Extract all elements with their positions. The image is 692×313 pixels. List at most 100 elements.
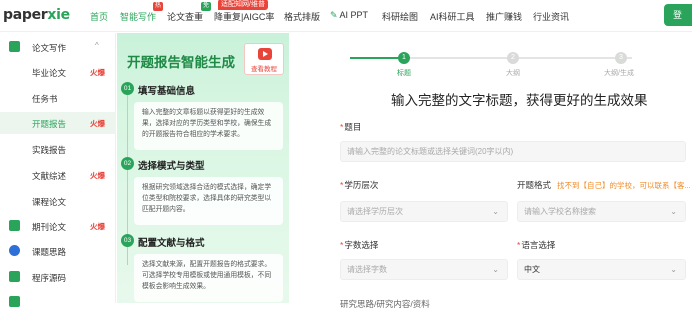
- school-placeholder: 请输入学校名称搜索: [524, 207, 596, 216]
- step-title: 选择模式与类型: [138, 161, 205, 172]
- guide-title: 开题报告智能生成: [127, 55, 235, 70]
- sidebar-item-proposal-report[interactable]: 开题报告 火爆: [0, 112, 116, 134]
- sidebar-item-paper-writing[interactable]: 论文写作 ^: [0, 36, 116, 58]
- nav-industry-news[interactable]: 行业资讯: [533, 10, 569, 23]
- sidebar-item-source-code[interactable]: 程序源码: [0, 266, 116, 288]
- hot-badge: 火爆: [90, 171, 105, 180]
- lightbulb-icon: [9, 245, 20, 256]
- step-description: 选择文献来源，配置开题报告的格式要求。可选择学校专用模板或使用通用模板，不同模板…: [134, 254, 283, 302]
- degree-select[interactable]: 请选择学历层次 ⌄: [340, 201, 508, 222]
- nav-ai-ppt-label: AI PPT: [339, 10, 369, 20]
- language-select[interactable]: 中文 ⌄: [517, 259, 686, 280]
- required-mark: *: [340, 180, 344, 190]
- sidebar-item-label: 程序源码: [32, 273, 67, 283]
- sidebar-item-label: 论文写作: [32, 43, 67, 53]
- words-label: *字数选择: [340, 239, 378, 251]
- degree-placeholder: 请选择学历层次: [347, 207, 403, 216]
- format-label-text: 开题格式: [517, 180, 552, 190]
- hot-badge: 火爆: [90, 68, 105, 77]
- degree-label: *学历层次: [340, 179, 378, 191]
- sidebar-item-label: 毕业论文: [32, 68, 67, 78]
- hot-badge: 火爆: [90, 119, 105, 128]
- nav-smart-writing[interactable]: 智能写作: [120, 10, 156, 23]
- sidebar-item-partial[interactable]: [0, 291, 116, 313]
- nav-reduce-duplication[interactable]: 降重复|AIGC率: [214, 10, 274, 23]
- guide-panel: 开题报告智能生成 查看教程 01 填写基础信息 输入完整的文章标题以获得更好的生…: [117, 33, 289, 303]
- sidebar-item-literature-review[interactable]: 文献综述 火爆: [0, 164, 116, 186]
- promo-badge: 适配知网/维普: [218, 0, 268, 10]
- chevron-up-icon: ^: [95, 41, 99, 50]
- sidebar-item-label: 任务书: [32, 94, 58, 104]
- code-icon: [9, 271, 20, 282]
- step-description: 输入完整的文章标题以获得更好的生成效果，选择对应的学历类型和学校，确保生成的开题…: [134, 102, 283, 150]
- progress-label: 标题: [397, 70, 411, 77]
- sidebar-item-task-book[interactable]: 任务书: [0, 87, 116, 109]
- sidebar-item-label: 开题报告: [32, 119, 67, 129]
- required-mark: *: [340, 122, 344, 132]
- nav-ai-research-tools[interactable]: AI科研工具: [430, 10, 475, 23]
- main-form: 1 2 3 标题 大纲 大纲/生成 输入完整的文字标题，获得更好的生成效果 *题…: [290, 33, 692, 309]
- step-number: 02: [121, 157, 134, 170]
- video-tutorial-button[interactable]: 查看教程: [244, 43, 284, 75]
- title-label-text: 题目: [344, 122, 362, 132]
- nav-promote-earn[interactable]: 推广赚钱: [486, 10, 522, 23]
- step-number: 01: [121, 82, 134, 95]
- progress-label: 大纲/生成: [604, 70, 634, 77]
- degree-label-text: 学历层次: [344, 180, 379, 190]
- step-number: 03: [121, 234, 134, 247]
- sidebar-item-label: 期刊论文: [32, 222, 67, 232]
- title-input[interactable]: 请输入完整的论文标题或选择关键词(20字以内): [340, 141, 686, 162]
- required-mark: *: [517, 240, 521, 250]
- sidebar-item-label: 实践报告: [32, 145, 67, 155]
- school-search-select[interactable]: 请输入学校名称搜索 ⌄: [517, 201, 686, 222]
- logo-accent-text: xie: [47, 7, 70, 23]
- language-value: 中文: [524, 265, 540, 274]
- step-title: 配置文献与格式: [138, 238, 205, 249]
- sidebar-item-graduation-thesis[interactable]: 毕业论文 火爆: [0, 61, 116, 83]
- nav-format-layout[interactable]: 格式排版: [284, 10, 320, 23]
- language-label: *语言选择: [517, 239, 555, 251]
- words-label-text: 字数选择: [344, 240, 379, 250]
- sidebar-item-topic-ideas[interactable]: 课题思路: [0, 240, 116, 262]
- top-navigation-bar: paperxie 首页 智能写作 热 论文查重 免 适配知网/维普 降重复|AI…: [0, 0, 692, 32]
- progress-step-1: 1: [398, 52, 410, 64]
- sidebar-item-course-paper[interactable]: 课程论文: [0, 190, 116, 212]
- video-tutorial-label: 查看教程: [251, 66, 277, 73]
- pencil-doc-icon: [9, 41, 20, 52]
- required-mark: *: [340, 240, 344, 250]
- sidebar-item-practice-report[interactable]: 实践报告: [0, 138, 116, 160]
- chevron-down-icon: ⌄: [492, 265, 499, 274]
- left-sidebar: 论文写作 ^ 毕业论文 火爆 任务书 开题报告 火爆 实践报告 文献综述 火爆 …: [0, 33, 116, 307]
- form-heading: 输入完整的文字标题，获得更好的生成效果: [391, 93, 648, 108]
- sidebar-item-label: 课程论文: [32, 197, 67, 207]
- sidebar-item-label: 文献综述: [32, 171, 67, 181]
- words-placeholder: 请选择字数: [347, 265, 387, 274]
- chevron-down-icon: ⌄: [670, 265, 677, 274]
- nav-home[interactable]: 首页: [90, 10, 108, 23]
- sidebar-item-journal-paper[interactable]: 期刊论文 火爆: [0, 215, 116, 237]
- format-hint[interactable]: 找不到【自己】的学校，可以联系【客...: [557, 181, 691, 190]
- progress-step-2: 2: [507, 52, 519, 64]
- sparkle-icon: ✎: [330, 10, 338, 20]
- login-button[interactable]: 登: [664, 4, 692, 26]
- nav-research-drawing[interactable]: 科研绘图: [382, 10, 418, 23]
- progress-line-done: [350, 57, 404, 59]
- nav-ai-ppt[interactable]: ✎ AI PPT: [330, 10, 368, 21]
- chevron-down-icon: ⌄: [492, 207, 499, 216]
- sidebar-item-label: 课题思路: [32, 247, 67, 257]
- hot-badge: 火爆: [90, 222, 105, 231]
- research-ideas-label: 研究思路/研究内容/资料: [340, 299, 430, 309]
- logo-text: paper: [3, 7, 48, 23]
- words-select[interactable]: 请选择字数 ⌄: [340, 259, 508, 280]
- hot-badge: 热: [153, 2, 164, 11]
- format-label: 开题格式 找不到【自己】的学校，可以联系【客...: [517, 179, 691, 191]
- nav-plagiarism-check[interactable]: 论文查重: [167, 10, 203, 23]
- language-label-text: 语言选择: [521, 240, 556, 250]
- free-badge: 免: [201, 2, 212, 11]
- step-title: 填写基础信息: [138, 86, 196, 97]
- paperxie-logo[interactable]: paperxie: [3, 7, 70, 23]
- progress-step-3: 3: [615, 52, 627, 64]
- title-label: *题目: [340, 121, 361, 133]
- chevron-down-icon: ⌄: [670, 207, 677, 216]
- step-description: 根据研究领域选择合适的模式选择，确定学位类型和院校要求，选择具体的研究类型以匹配…: [134, 177, 283, 225]
